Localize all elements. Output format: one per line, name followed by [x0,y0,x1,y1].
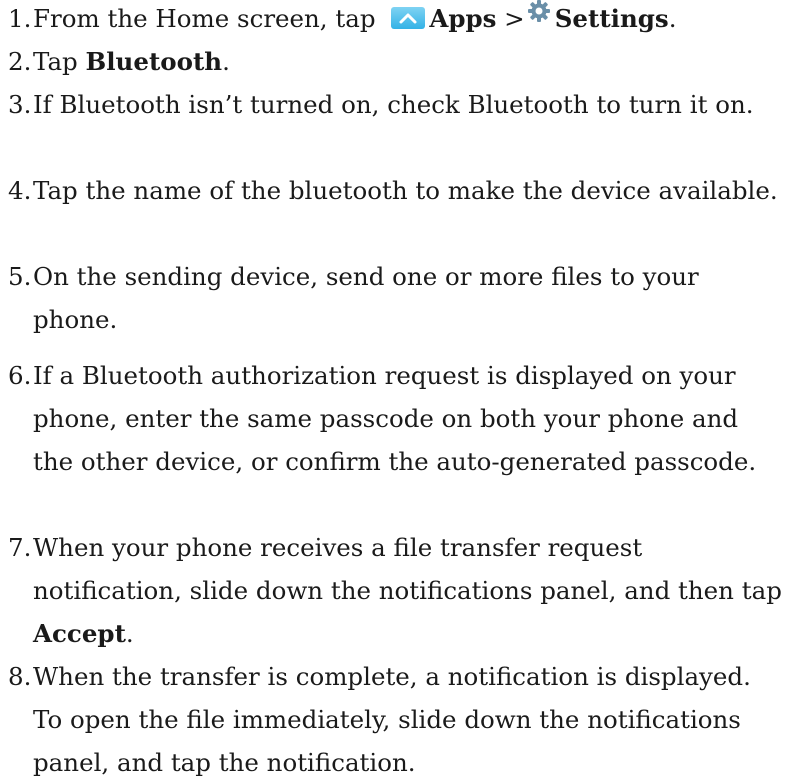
step-number: 7. [8,533,32,562]
apps-icon [391,7,426,29]
step-text: From the Home screen, tap [33,4,384,33]
step-text: Tap the name of the bluetooth to make th… [33,176,778,205]
step-text-end: . [222,47,230,76]
step-text: Tap [33,47,86,76]
step-text-end: . [125,619,134,648]
step-number: 8. [8,662,32,691]
apps-label: Apps [429,4,497,33]
bluetooth-label: Bluetooth [85,47,223,76]
step-number: 3. [8,90,32,119]
step-5: 5. On the sending device, send one or mo… [8,255,783,341]
step-text: If Bluetooth isn’t turned on, check Blue… [33,90,754,119]
step-4: 4. Tap the name of the bluetooth to make… [8,169,783,212]
step-text: When your phone receives a file transfer… [33,533,782,605]
gear-icon [527,0,550,22]
menu-separator: > [496,4,525,33]
step-text: If a Bluetooth authorization request is … [33,361,757,476]
step-7: 7. When your phone receives a file trans… [8,526,783,655]
settings-label: Settings [554,4,669,33]
step-3: 3. If Bluetooth isn’t turned on, check B… [8,83,783,126]
step-number: 4. [8,176,32,205]
step-1: 1. From the Home screen, tap Apps > Sett… [8,0,783,40]
step-number: 1. [8,4,32,33]
step-2: 2. Tap Bluetooth. [8,40,783,83]
step-number: 5. [8,262,32,291]
step-number: 2. [8,47,32,76]
instructions-document: 1. From the Home screen, tap Apps > Sett… [0,0,787,779]
step-text-end: . [668,4,677,33]
step-8: 8. When the transfer is complete, a noti… [8,655,783,784]
accept-label: Accept [33,619,126,648]
step-6: 6. If a Bluetooth authorization request … [8,354,783,483]
step-text: On the sending device, send one or more … [33,262,699,334]
step-text: When the transfer is complete, a notific… [33,662,751,777]
step-number: 6. [8,361,32,390]
